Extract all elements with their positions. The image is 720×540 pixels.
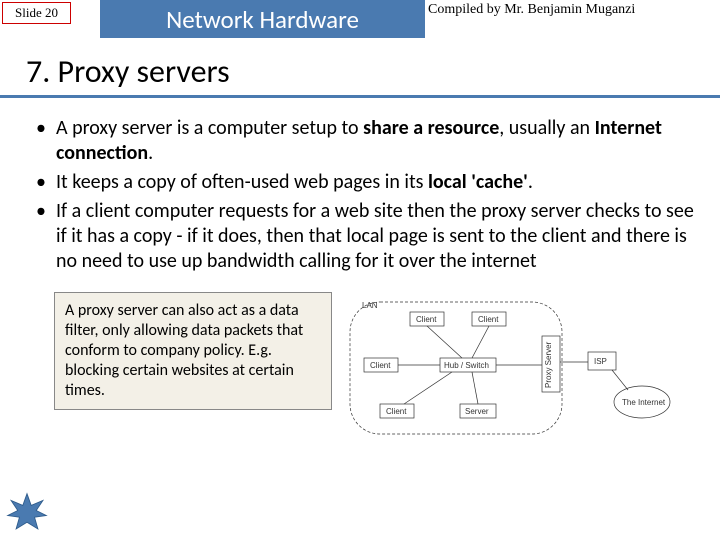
client-label: Client <box>416 315 437 324</box>
list-item: If a client computer requests for a web … <box>36 199 698 274</box>
page-title: Network Hardware <box>100 0 425 38</box>
server-label: Server <box>465 407 489 416</box>
bullet-list: A proxy server is a computer setup to sh… <box>36 116 698 274</box>
hub-label: Hub / Switch <box>444 361 489 370</box>
compiled-by: Compiled by Mr. Benjamin Muganzi <box>428 2 635 18</box>
list-item: It keeps a copy of often-used web pages … <box>36 170 698 195</box>
network-diagram: LAN Client Client Client Client Hub / Sw… <box>344 292 674 442</box>
isp-label: ISP <box>594 357 607 366</box>
lan-label: LAN <box>362 301 378 310</box>
slide-number-badge: Slide 20 <box>2 2 71 24</box>
header: Slide 20 Network Hardware Compiled by Mr… <box>0 0 720 38</box>
list-item: A proxy server is a computer setup to sh… <box>36 116 698 166</box>
star-icon <box>6 492 48 534</box>
client-label: Client <box>370 361 391 370</box>
proxy-label: Proxy Server <box>544 341 553 388</box>
internet-label: The Internet <box>622 398 666 407</box>
client-label: Client <box>478 315 499 324</box>
divider <box>0 95 720 98</box>
callout-box: A proxy server can also act as a data fi… <box>54 292 332 410</box>
client-label: Client <box>386 407 407 416</box>
section-heading: 7. Proxy servers <box>26 52 720 91</box>
